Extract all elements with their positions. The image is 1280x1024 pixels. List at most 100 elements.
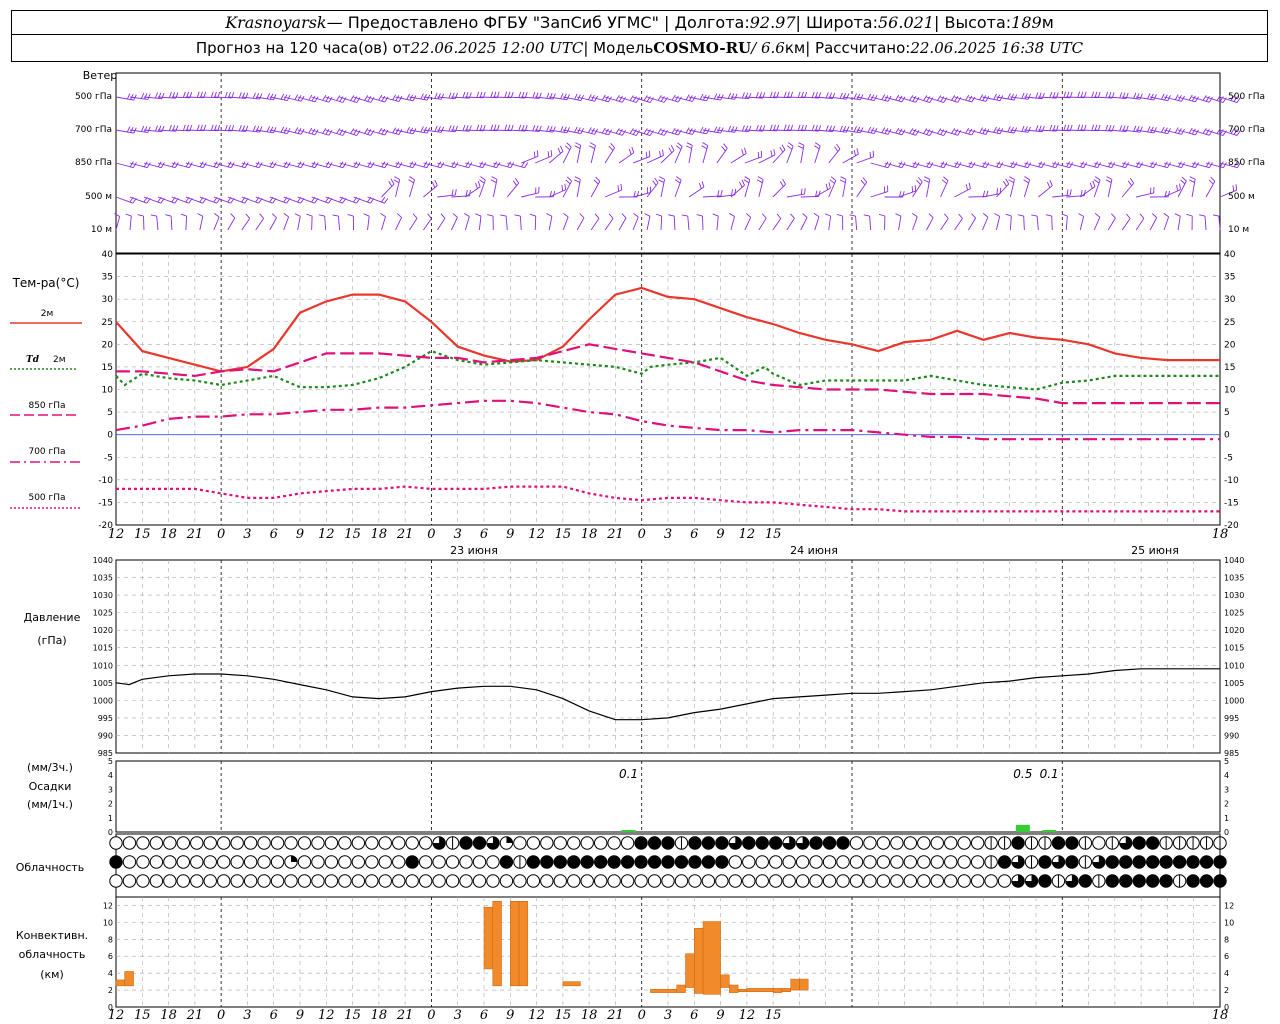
barb-staff xyxy=(339,196,357,204)
barb-tick xyxy=(926,161,931,168)
hour-tick-label-bottom: 6 xyxy=(270,1008,278,1023)
temp-tick-label: 0 xyxy=(1224,431,1230,441)
wind-barb xyxy=(786,213,795,231)
cloud-circle xyxy=(297,855,312,869)
conv-tick-label: 8 xyxy=(1224,935,1229,944)
cloud-icon xyxy=(944,874,958,888)
barb-tick xyxy=(860,94,864,101)
wind-barb xyxy=(408,176,416,198)
wind-barb xyxy=(940,176,949,198)
cloud-circle xyxy=(742,836,756,850)
barb-staff xyxy=(716,148,728,164)
wind-barb xyxy=(1136,186,1155,198)
barb-tick xyxy=(1005,213,1012,217)
temp-tick-label: -5 xyxy=(1224,453,1233,463)
cloud-icon xyxy=(432,855,446,869)
cloud-circle xyxy=(1078,874,1093,888)
wind-barb xyxy=(898,185,917,198)
barb-tick xyxy=(1089,182,1093,189)
pressure-tick-label: 1040 xyxy=(1224,556,1244,565)
cloud-icon xyxy=(190,836,204,850)
barb-tick xyxy=(779,146,784,153)
wind-barb xyxy=(716,143,728,164)
conv-tick-label: 12 xyxy=(103,901,113,910)
barb-tick xyxy=(1139,213,1145,219)
barb-tick xyxy=(982,161,987,168)
cloud-icon xyxy=(795,836,810,850)
cloud-icon xyxy=(257,874,271,888)
cloud-circle xyxy=(970,874,985,888)
cloud-icon xyxy=(580,874,594,888)
wind-barb xyxy=(478,176,486,198)
cloud-icon xyxy=(782,836,796,850)
hour-tick-label-mid: 12 xyxy=(739,527,756,542)
barb-tick xyxy=(143,161,148,168)
barb-tick xyxy=(560,126,564,132)
barb-tick xyxy=(643,128,648,134)
barb-tick xyxy=(741,92,745,99)
barb-tick xyxy=(1069,189,1072,196)
barb-tick xyxy=(842,126,847,132)
barb-tick xyxy=(490,124,494,131)
barb-tick xyxy=(839,179,846,183)
cloud-icon xyxy=(1024,836,1039,850)
barb-tick xyxy=(144,93,148,100)
cloud-icon xyxy=(338,874,352,888)
cloud-circle xyxy=(190,874,204,888)
wind-barb xyxy=(1177,176,1187,198)
barb-tick xyxy=(161,92,165,99)
cloud-icon xyxy=(795,874,810,888)
barb-staff xyxy=(674,146,683,164)
barb-staff xyxy=(213,196,231,204)
barb-tick xyxy=(713,93,718,100)
barb-tick xyxy=(1208,179,1214,185)
hour-tick-label-bottom: 15 xyxy=(765,1008,782,1023)
barb-tick xyxy=(196,91,200,98)
cloud-circle xyxy=(836,836,850,850)
barb-staff xyxy=(241,196,259,204)
barb-tick xyxy=(924,176,930,180)
wind-barb xyxy=(409,126,431,134)
wind-level-500m: 500 м xyxy=(85,192,112,202)
wind-barb xyxy=(824,213,832,231)
cloud-circle xyxy=(136,855,150,869)
barb-staff xyxy=(940,96,958,103)
conv-tick-label: 6 xyxy=(1224,952,1229,961)
cloud-icon xyxy=(1024,874,1039,888)
cloud-circle xyxy=(459,836,473,850)
barb-tick xyxy=(185,161,190,168)
barb-staff xyxy=(632,216,639,231)
barb-tick xyxy=(574,176,581,180)
wind-barb xyxy=(562,142,572,164)
hour-tick-label-mid: 15 xyxy=(555,527,572,542)
cloud-icon xyxy=(432,836,446,850)
barb-tick xyxy=(1179,183,1181,190)
cloud-circle xyxy=(176,874,191,888)
conv-tick-label: 10 xyxy=(103,918,113,927)
wind-barb xyxy=(143,92,165,100)
barb-tick xyxy=(842,93,847,99)
barb-tick xyxy=(137,214,144,217)
barb-tick xyxy=(1045,214,1052,217)
barb-tick xyxy=(620,183,623,191)
hour-tick-label-bottom: 6 xyxy=(690,1008,698,1023)
barb-tick xyxy=(909,95,914,101)
barb-tick xyxy=(1024,126,1028,133)
barb-tick xyxy=(504,91,508,98)
conv-title-2: облачность xyxy=(19,948,86,961)
wind-barb xyxy=(954,94,976,103)
barb-tick xyxy=(1027,93,1031,100)
barb-tick xyxy=(829,179,835,184)
barb-tick xyxy=(381,196,386,203)
barb-tick xyxy=(202,162,207,168)
cloud-icon xyxy=(1011,836,1025,850)
wind-barb xyxy=(813,213,820,231)
barb-tick xyxy=(434,92,438,99)
cloud-icon xyxy=(392,874,406,888)
barb-staff xyxy=(842,153,859,164)
wind-barb xyxy=(926,213,934,231)
barb-tick xyxy=(1080,189,1083,197)
cloud-icon xyxy=(405,874,419,888)
conv-bar xyxy=(781,988,791,993)
wind-barb xyxy=(870,161,892,169)
